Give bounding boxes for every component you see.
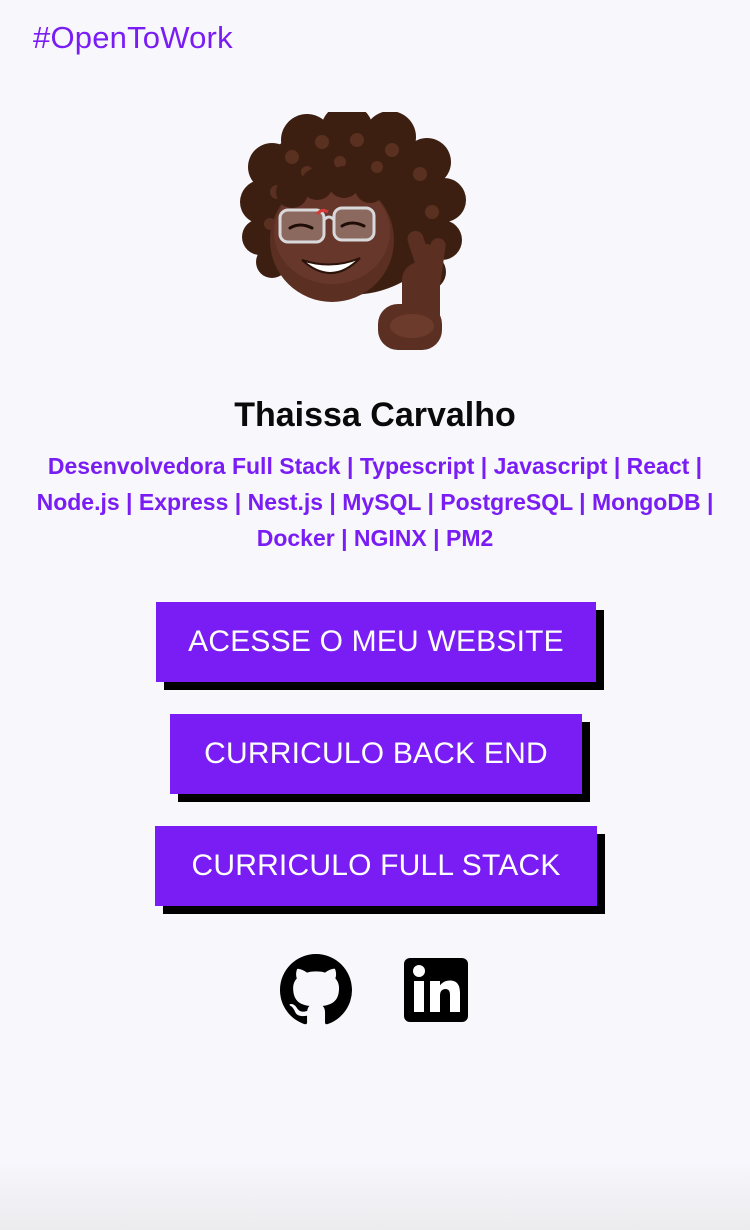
tech-stack-text: Desenvolvedora Full Stack | Typescript |… — [36, 453, 714, 551]
cv-fullstack-button[interactable]: CURRICULO FULL STACK — [155, 826, 597, 906]
github-link[interactable] — [280, 954, 352, 1026]
profile-name: Thaissa Carvalho — [234, 396, 516, 434]
bottom-fade — [0, 1160, 750, 1230]
cv-backend-button[interactable]: CURRICULO BACK END — [170, 714, 582, 794]
linkedin-link[interactable] — [402, 954, 474, 1026]
avatar — [232, 104, 472, 357]
linkedin-icon — [404, 958, 468, 1022]
website-button[interactable]: ACESSE O MEU WEBSITE — [156, 602, 596, 682]
memoji-avatar-icon — [240, 104, 466, 350]
open-to-work-hashtag[interactable]: #OpenToWork — [33, 20, 233, 56]
github-icon — [280, 954, 352, 1025]
